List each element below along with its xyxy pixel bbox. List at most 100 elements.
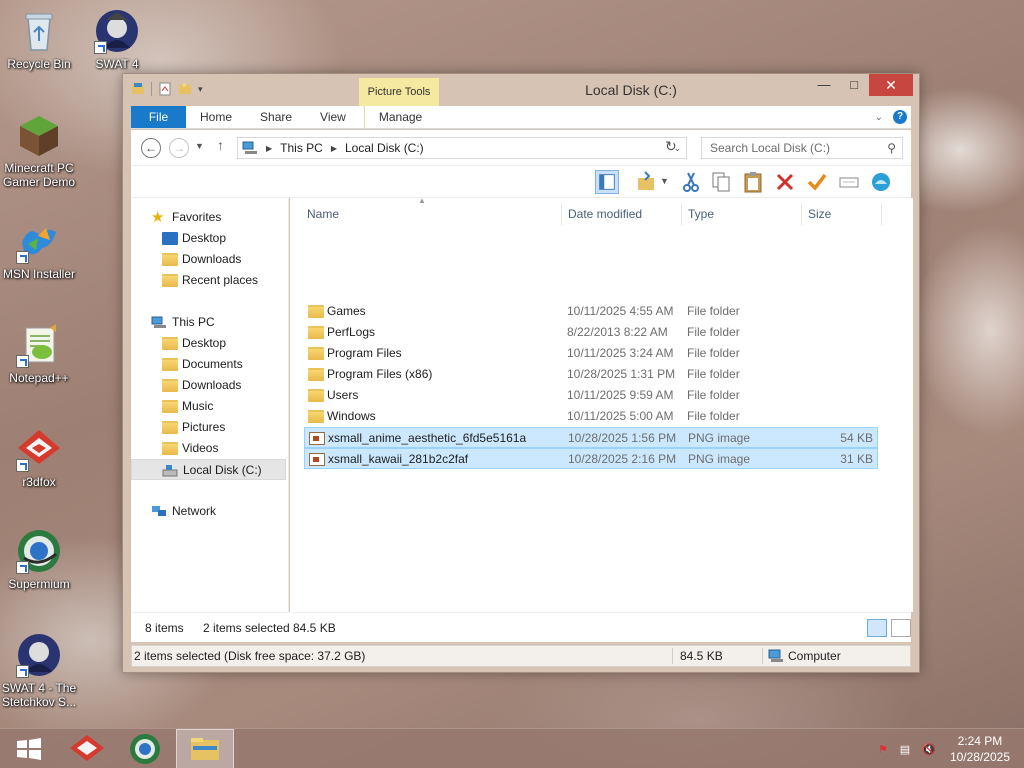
supermium-taskbar-icon[interactable] (116, 729, 174, 768)
supermium-icon (16, 528, 62, 574)
desktop-icon-label: SWAT 4 (95, 57, 139, 71)
forward-button[interactable]: → (169, 138, 189, 158)
tab-view[interactable]: View (306, 106, 360, 128)
column-header-date[interactable]: Date modified (562, 203, 682, 225)
checkmark-icon[interactable] (805, 170, 829, 194)
table-row[interactable]: Program Files 10/11/2025 3:24 AM File fo… (304, 343, 878, 364)
action-center-flag-icon[interactable]: ⚑ (876, 743, 890, 756)
back-button[interactable]: ← (141, 138, 161, 158)
desktop-icon-msn[interactable]: MSN Installer (0, 218, 78, 281)
delete-icon[interactable] (773, 170, 797, 194)
table-row[interactable]: xsmall_kawaii_281b2c2faf 10/28/2025 2:16… (304, 448, 878, 469)
search-icon: ⚲ (887, 141, 896, 155)
nav-network[interactable]: Network (131, 501, 286, 522)
layout-chevron-icon[interactable]: ▼ (660, 176, 669, 186)
start-button[interactable] (0, 729, 58, 768)
clock[interactable]: 2:24 PM 10/28/2025 (950, 733, 1010, 765)
file-type: File folder (687, 325, 740, 339)
volume-muted-icon[interactable]: 🔇 (922, 743, 936, 756)
nav-favorites-desktop[interactable]: Desktop (131, 228, 286, 249)
nav-favorites-downloads[interactable]: Downloads (131, 249, 286, 270)
table-row[interactable]: PerfLogs 8/22/2013 8:22 AM File folder (304, 322, 878, 343)
window-title: Local Disk (C:) (585, 82, 677, 98)
file-size: 31 KB (840, 452, 873, 466)
nav-pc-documents[interactable]: Documents (131, 354, 286, 375)
table-row[interactable]: Games 10/11/2025 4:55 AM File folder (304, 301, 878, 322)
nav-favorites[interactable]: ★ Favorites (131, 207, 286, 228)
search-input[interactable]: Search Local Disk (C:) ⚲ (701, 137, 903, 159)
network-icon (152, 506, 166, 516)
table-row[interactable]: Program Files (x86) 10/28/2025 1:31 PM F… (304, 364, 878, 385)
desktop-icon-swat4-expansion[interactable]: SWAT 4 - The Stetchkov S... (0, 632, 78, 709)
nav-pc-desktop[interactable]: Desktop (131, 333, 286, 354)
address-row: ← → ▼ ↑ ▶ This PC ▶ Local Disk (C:) ⌄ ↻ … (131, 130, 911, 166)
new-folder-toolbar-icon[interactable] (635, 170, 659, 194)
r3dfox-taskbar-icon[interactable] (58, 729, 116, 768)
file-type: File folder (687, 388, 740, 402)
nav-this-pc[interactable]: This PC (131, 312, 286, 333)
table-row[interactable]: xsmall_anime_aesthetic_6fd5e5161a 10/28/… (304, 427, 878, 448)
nav-pc-pictures[interactable]: Pictures (131, 417, 286, 438)
column-header-name[interactable]: Name (301, 203, 562, 225)
address-bar[interactable]: ▶ This PC ▶ Local Disk (C:) ⌄ (237, 137, 687, 159)
search-placeholder: Search Local Disk (C:) (710, 141, 831, 155)
table-row[interactable]: Windows 10/11/2025 5:00 AM File folder (304, 406, 878, 427)
large-icons-view-icon[interactable] (891, 619, 911, 637)
file-name: Program Files (327, 346, 402, 360)
title-bar[interactable]: ▾ Picture Tools Local Disk (C:) — □ ✕ (123, 74, 919, 106)
breadcrumb-this-pc[interactable]: This PC (280, 141, 323, 155)
details-view-icon[interactable] (867, 619, 887, 637)
desktop-icon-minecraft[interactable]: Minecraft PC Gamer Demo (0, 112, 78, 189)
folder-icon (308, 347, 324, 360)
folder-icon (308, 305, 324, 318)
up-button[interactable]: ↑ (217, 137, 224, 153)
properties-toolbar-icon[interactable] (869, 170, 893, 194)
copy-icon[interactable] (709, 170, 733, 194)
nav-pc-downloads[interactable]: Downloads (131, 375, 286, 396)
desktop-icon-r3dfox[interactable]: r3dfox (0, 426, 78, 489)
explorer-window: ▾ Picture Tools Local Disk (C:) — □ ✕ Fi… (122, 73, 920, 673)
tab-share[interactable]: Share (246, 106, 306, 128)
file-type: File folder (687, 304, 740, 318)
tab-home[interactable]: Home (186, 106, 246, 128)
tab-manage[interactable]: Manage (363, 106, 436, 128)
column-header-type[interactable]: Type (682, 203, 802, 225)
swat4-icon (94, 8, 140, 54)
preview-pane-icon[interactable] (595, 170, 619, 194)
file-list: ▲ Name Date modified Type Size Games 10/… (290, 196, 913, 612)
expand-ribbon-chevron-icon[interactable]: ⌄ (875, 112, 883, 123)
maximize-button[interactable]: □ (839, 74, 869, 96)
recent-locations-chevron-icon[interactable]: ▼ (195, 141, 204, 151)
shortcut-arrow-icon (16, 251, 29, 264)
nav-pc-music[interactable]: Music (131, 396, 286, 417)
file-date: 8/22/2013 8:22 AM (567, 325, 668, 339)
paste-icon[interactable] (741, 170, 765, 194)
column-headers: ▲ Name Date modified Type Size (290, 196, 913, 226)
column-header-size[interactable]: Size (802, 203, 882, 225)
desktop-icon-supermium[interactable]: Supermium (0, 528, 78, 591)
minimize-button[interactable]: — (809, 74, 839, 96)
cut-icon[interactable] (679, 170, 703, 194)
table-row[interactable]: Users 10/11/2025 9:59 AM File folder (304, 385, 878, 406)
folder-icon (308, 410, 324, 423)
desktop-icon-recycle-bin[interactable]: Recycle Bin (0, 8, 78, 71)
close-button[interactable]: ✕ (869, 74, 913, 96)
status-text: 2 items selected (Disk free space: 37.2 … (134, 649, 366, 663)
status-size: 84.5 KB (680, 649, 723, 663)
rename-icon[interactable] (837, 170, 861, 194)
folder-icon (162, 358, 178, 371)
network-tray-icon[interactable]: ▤ (898, 743, 912, 756)
nav-pc-videos[interactable]: Videos (131, 438, 286, 459)
desktop-icon-notepadpp[interactable]: Notepad++ (0, 322, 78, 385)
help-icon[interactable]: ? (893, 110, 907, 124)
file-name: Windows (327, 409, 376, 423)
file-explorer-taskbar-button[interactable] (176, 729, 234, 768)
tab-file[interactable]: File (131, 106, 186, 128)
nav-local-disk[interactable]: Local Disk (C:) (131, 459, 286, 480)
refresh-icon[interactable]: ↻ (665, 138, 677, 155)
breadcrumb-local-disk[interactable]: Local Disk (C:) (345, 141, 424, 155)
desktop-icon-swat4[interactable]: SWAT 4 (78, 8, 156, 71)
nav-recent-places[interactable]: Recent places (131, 270, 286, 291)
file-name: xsmall_anime_aesthetic_6fd5e5161a (328, 431, 527, 445)
selection-size: 84.5 KB (293, 621, 336, 635)
